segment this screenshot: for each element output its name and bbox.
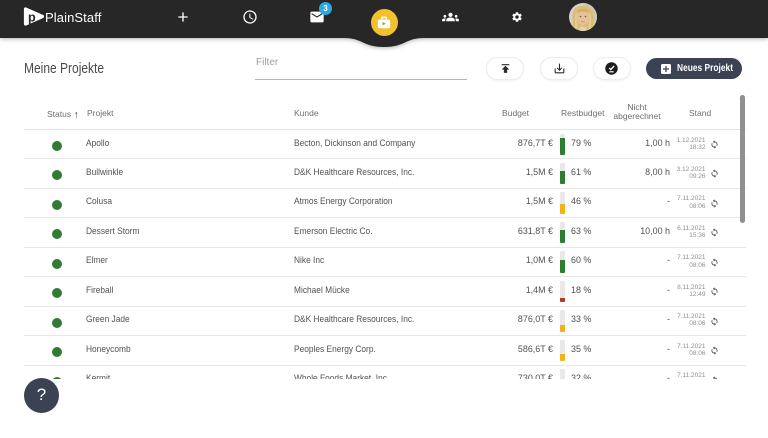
svg-text:p: p xyxy=(28,11,36,25)
